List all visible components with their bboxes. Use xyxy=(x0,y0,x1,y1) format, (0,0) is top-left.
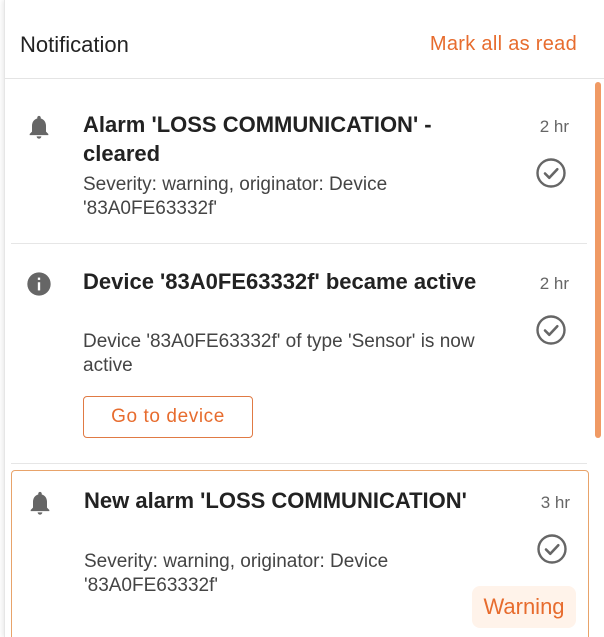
panel-title: Notification xyxy=(20,32,129,57)
notification-list: Alarm 'LOSS COMMUNICATION' - cleared Sev… xyxy=(5,79,604,637)
mark-read-check-icon[interactable] xyxy=(536,533,568,565)
notification-item[interactable]: New alarm 'LOSS COMMUNICATION' Severity:… xyxy=(11,470,589,637)
bell-icon xyxy=(30,491,50,515)
notification-time: 2 hr xyxy=(539,117,569,136)
notification-description: Severity: warning, originator: Device '8… xyxy=(84,551,389,596)
notification-panel: Notification Mark all as read Alarm 'LOS… xyxy=(4,0,604,637)
notification-title: Alarm 'LOSS COMMUNICATION' - cleared xyxy=(83,112,432,166)
info-icon xyxy=(27,272,51,296)
mark-read-check-icon[interactable] xyxy=(535,157,567,189)
notification-item[interactable]: Alarm 'LOSS COMMUNICATION' - cleared Sev… xyxy=(11,79,587,244)
severity-badge: Warning xyxy=(472,586,576,628)
notification-title: New alarm 'LOSS COMMUNICATION' xyxy=(84,488,467,513)
scrollbar-thumb[interactable] xyxy=(595,82,601,438)
notification-time: 3 hr xyxy=(540,493,570,512)
go-to-device-button[interactable]: Go to device xyxy=(83,396,253,438)
notification-header: Notification Mark all as read xyxy=(5,0,604,79)
bell-icon xyxy=(29,115,49,139)
notification-time: 2 hr xyxy=(539,274,569,293)
notification-title: Device '83A0FE63332f' became active xyxy=(83,269,477,294)
notification-description: Device '83A0FE63332f' of type 'Sensor' i… xyxy=(83,331,475,376)
mark-read-check-icon[interactable] xyxy=(535,314,567,346)
notification-description: Severity: warning, originator: Device '8… xyxy=(83,174,388,219)
mark-all-read-button[interactable]: Mark all as read xyxy=(430,33,577,56)
notification-item[interactable]: Device '83A0FE63332f' became active Devi… xyxy=(11,244,587,464)
